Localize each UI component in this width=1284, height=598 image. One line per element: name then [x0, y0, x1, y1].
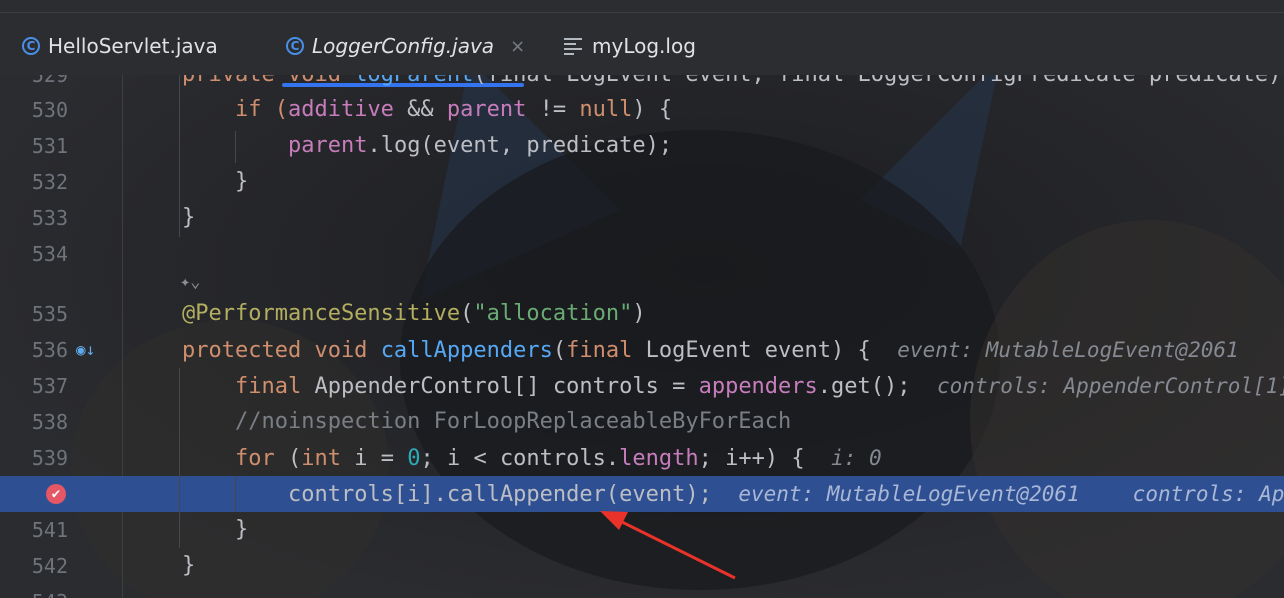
debug-value-hint: controls: AppenderControl[1]	[937, 374, 1284, 398]
code-line[interactable]: 534	[0, 236, 1284, 272]
code-text: }	[234, 169, 249, 194]
code-line[interactable]: 529 private void logParent(final LogEven…	[0, 75, 1284, 93]
tab-label: myLog.log	[592, 34, 696, 58]
indent-guide	[179, 368, 180, 548]
line-number: 536	[31, 338, 68, 362]
text-file-icon	[564, 37, 582, 55]
line-number: 529	[31, 75, 68, 87]
line-number: 532	[31, 170, 68, 194]
code-line[interactable]: 543	[0, 584, 1284, 598]
class-icon: C	[286, 37, 304, 55]
line-number: 539	[31, 446, 68, 470]
override-marker-icon[interactable]: ◉↓	[76, 342, 95, 358]
line-number: 541	[31, 518, 68, 542]
tab-label: HelloServlet.java	[48, 34, 218, 58]
line-number: 533	[31, 206, 68, 230]
debug-value-hint: event: MutableLogEvent@2061	[897, 338, 1239, 362]
editor-tab-bar: C HelloServlet.java C LoggerConfig.java …	[0, 13, 1284, 87]
code-line[interactable]: 531 parent.log(event, predicate);	[0, 128, 1284, 164]
code-text: if (additive && parent != null) {	[234, 97, 673, 122]
code-text: }	[234, 517, 249, 542]
code-text: protected void callAppenders(final LogEv…	[182, 338, 1239, 363]
tab-helloservlet[interactable]: C HelloServlet.java	[22, 31, 218, 61]
code-line[interactable]: 538 //noinspection ForLoopReplaceableByF…	[0, 404, 1284, 440]
line-number: 531	[31, 134, 68, 158]
code-line[interactable]: 532 }	[0, 164, 1284, 200]
code-line[interactable]: 542 }	[0, 548, 1284, 584]
debug-value-hint: i: 0	[831, 446, 882, 470]
code-text: controls[i].callAppender(event); event: …	[182, 476, 1284, 513]
close-icon[interactable]: ×	[510, 36, 525, 57]
code-text: private void logParent(final LogEvent ev…	[182, 75, 1284, 93]
code-line[interactable]: 535 @PerformanceSensitive("allocation")	[0, 296, 1284, 332]
line-number: 538	[31, 410, 68, 434]
code-text: for (int i = 0; i < controls.length; i++…	[234, 446, 882, 471]
code-line[interactable]: 530 if (additive && parent != null) {	[0, 92, 1284, 128]
ai-assistant-icon[interactable]: ✦⌄	[180, 274, 200, 291]
code-line[interactable]: 533 }	[0, 200, 1284, 236]
code-text: }	[182, 205, 196, 230]
code-line[interactable]: 536 ◉↓ protected void callAppenders(fina…	[0, 332, 1284, 368]
current-execution-line[interactable]: 540 ✔ controls[i].callAppender(event); e…	[0, 476, 1284, 512]
code-text: }	[182, 553, 196, 578]
class-icon: C	[22, 37, 40, 55]
line-number: 530	[31, 98, 68, 122]
code-text: parent.log(event, predicate);	[287, 133, 673, 158]
tab-loggerconfig[interactable]: C LoggerConfig.java ×	[286, 31, 525, 61]
code-line[interactable]: 539 for (int i = 0; i < controls.length;…	[0, 440, 1284, 476]
code-text: @PerformanceSensitive("allocation")	[182, 301, 646, 326]
code-editor[interactable]: 529 private void logParent(final LogEven…	[0, 75, 1284, 598]
debug-value-hint: controls: AppenderControl[1]	[1132, 482, 1284, 506]
breakpoint-icon[interactable]: ✔	[46, 484, 66, 504]
line-number: 534	[31, 242, 68, 266]
line-number: 535	[31, 302, 68, 326]
code-line[interactable]: 541 }	[0, 512, 1284, 548]
tab-mylog[interactable]: myLog.log	[564, 31, 696, 61]
debug-value-hint: event: MutableLogEvent@2061	[738, 482, 1080, 506]
indent-guide	[235, 131, 236, 163]
line-number: 537	[31, 374, 68, 398]
code-text: final AppenderControl[] controls = appen…	[182, 368, 1284, 405]
line-number: 543	[0, 584, 68, 598]
window-top-strip	[0, 0, 1284, 13]
indent-guide	[235, 476, 236, 512]
code-line[interactable]: 537 final AppenderControl[] controls = a…	[0, 368, 1284, 404]
line-number: 542	[31, 554, 68, 578]
indent-guide	[179, 75, 180, 237]
code-text: //noinspection ForLoopReplaceableByForEa…	[234, 409, 792, 434]
tab-label: LoggerConfig.java	[312, 34, 495, 58]
